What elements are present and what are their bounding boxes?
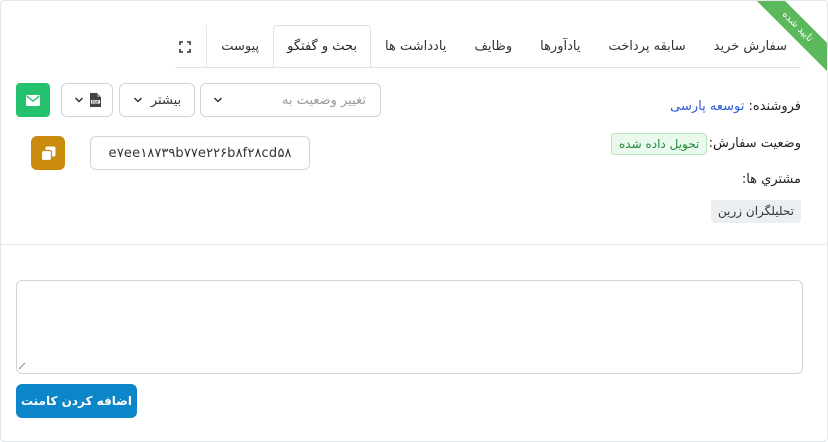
more-label: بیشتر [150, 92, 182, 108]
customer-badge: تحلیلگران زرین [711, 200, 801, 223]
tab-payment-history[interactable]: سابقه پرداخت [594, 25, 699, 67]
tab-attachments[interactable]: پیوست [207, 25, 273, 67]
comment-textarea[interactable] [16, 280, 803, 374]
resize-grip-icon[interactable] [18, 362, 26, 370]
seller-link[interactable]: توسعه پارسی [670, 99, 744, 114]
pdf-dropdown-button[interactable]: PDF [61, 83, 113, 117]
customers-label: مشتري ها: [741, 172, 801, 187]
tab-tasks[interactable]: وظایف [460, 25, 526, 67]
fullscreen-button[interactable] [164, 25, 206, 67]
more-dropdown-button[interactable]: بیشتر [119, 83, 195, 117]
order-panel: تایید شده سفارش خرید سابقه پرداخت یادآور… [0, 0, 828, 442]
fullscreen-icon [179, 40, 192, 53]
change-status-select[interactable]: تغییر وضعیت به [200, 83, 381, 117]
svg-text:PDF: PDF [91, 100, 98, 104]
copy-id-button[interactable] [31, 136, 65, 170]
chevron-down-icon [213, 97, 223, 103]
order-status-badge: تحویل داده شده [611, 133, 708, 155]
tabs-underline [175, 67, 801, 68]
tab-reminders[interactable]: یادآورها [526, 25, 594, 67]
chevron-down-icon [133, 97, 142, 103]
seller-row: فروشنده: توسعه پارسی [670, 99, 801, 114]
tab-notes[interactable]: یادداشت ها [371, 25, 460, 67]
add-comment-button[interactable]: اضافه کردن کامنت [16, 384, 137, 418]
tab-purchase-order[interactable]: سفارش خرید [700, 25, 801, 67]
chevron-down-icon [74, 97, 83, 103]
seller-label: فروشنده: [748, 99, 802, 114]
send-email-button[interactable] [16, 83, 50, 117]
tab-discussion[interactable]: بحث و گفتگو [273, 25, 372, 67]
envelope-icon [26, 94, 40, 106]
tab-bar: سفارش خرید سابقه پرداخت یادآورها وظایف ی… [164, 25, 801, 67]
order-status-label: وضعیت سفارش: [708, 136, 801, 151]
pdf-icon: PDF [89, 93, 101, 107]
order-id-field[interactable]: e۷ee۱۸۷۳۹b۷۷e۲۲۶b۸f۲۸cd۵۸ [90, 136, 310, 170]
change-status-placeholder: تغییر وضعیت به [281, 92, 366, 108]
section-divider [1, 244, 827, 245]
copy-icon [40, 146, 55, 161]
